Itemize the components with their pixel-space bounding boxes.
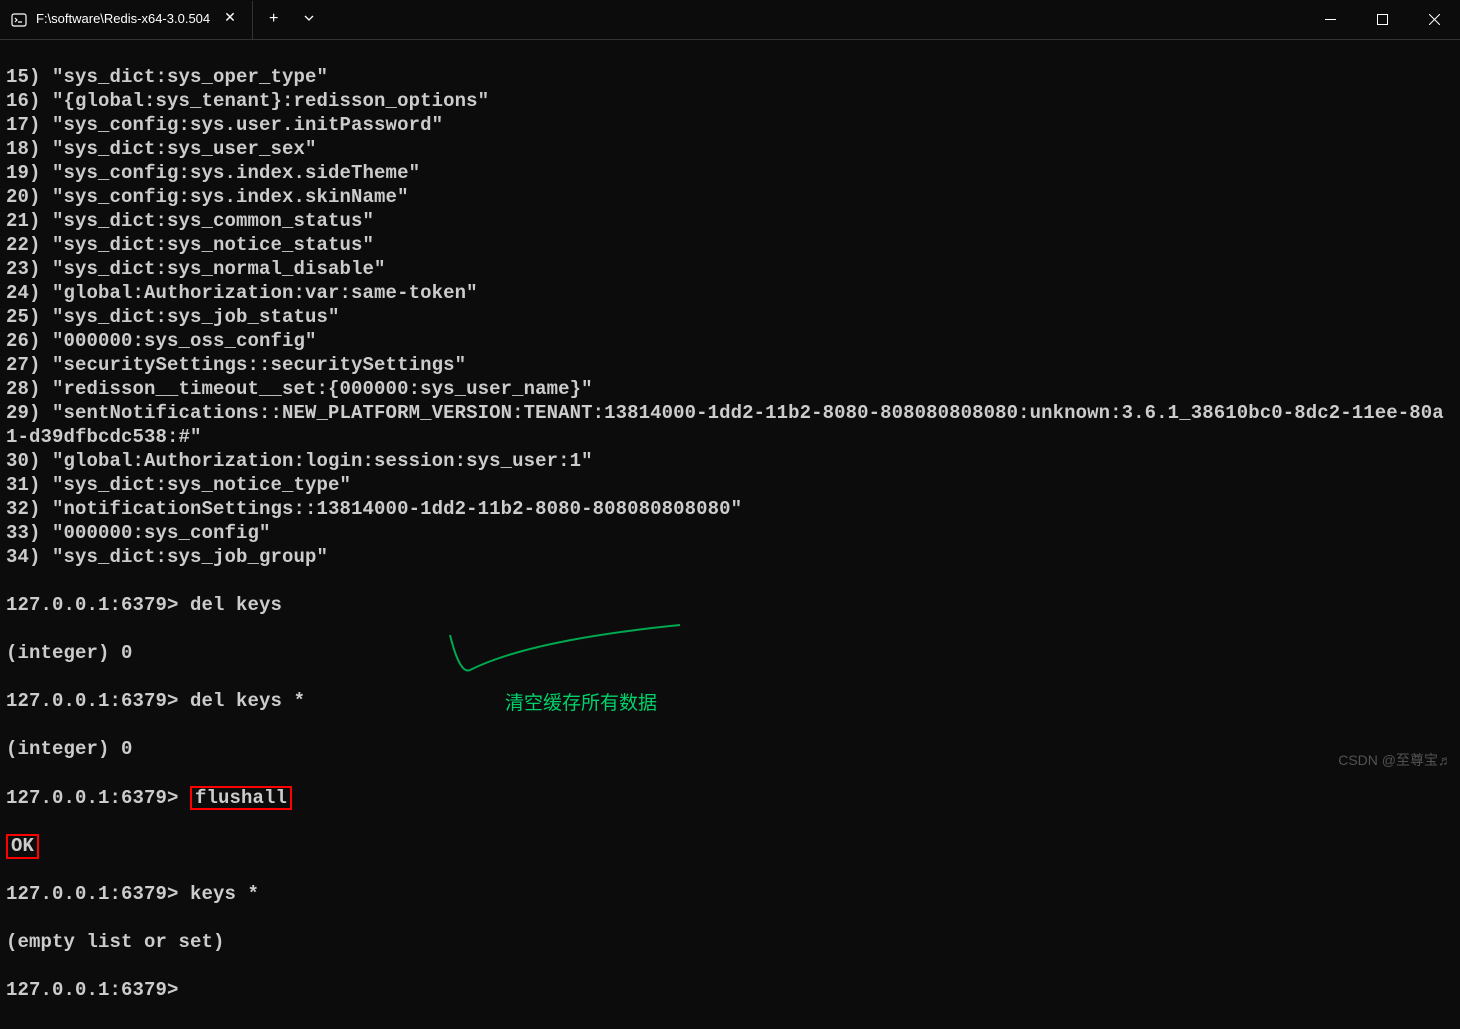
new-tab-button[interactable]: + <box>253 9 295 29</box>
terminal-output[interactable]: 15) "sys_dict:sys_oper_type"16) "{global… <box>0 40 1460 1029</box>
key-entry: 27) "securitySettings::securitySettings" <box>6 354 1454 378</box>
tab-title: F:\software\Redis-x64-3.0.504 <box>36 11 210 27</box>
key-entry: 17) "sys_config:sys.user.initPassword" <box>6 114 1454 138</box>
result-integer-0: (integer) 0 <box>6 738 1454 762</box>
key-entry: 20) "sys_config:sys.index.skinName" <box>6 186 1454 210</box>
key-entry: 30) "global:Authorization:login:session:… <box>6 450 1454 474</box>
maximize-button[interactable] <box>1356 0 1408 39</box>
key-entry: 25) "sys_dict:sys_job_status" <box>6 306 1454 330</box>
tab-dropdown-button[interactable] <box>294 13 324 27</box>
key-entry: 18) "sys_dict:sys_user_sex" <box>6 138 1454 162</box>
watermark-text: CSDN @至尊宝♬ <box>1338 752 1452 770</box>
window-controls <box>1304 0 1460 39</box>
prompt: 127.0.0.1:6379> <box>6 979 179 1001</box>
key-entry: 34) "sys_dict:sys_job_group" <box>6 546 1454 570</box>
keys-list-output: 15) "sys_dict:sys_oper_type"16) "{global… <box>6 66 1454 570</box>
key-entry: 31) "sys_dict:sys_notice_type" <box>6 474 1454 498</box>
titlebar: F:\software\Redis-x64-3.0.504 ✕ + <box>0 0 1460 40</box>
tab-close-button[interactable]: ✕ <box>218 9 242 31</box>
key-entry: 22) "sys_dict:sys_notice_status" <box>6 234 1454 258</box>
prompt: 127.0.0.1:6379> <box>6 594 179 616</box>
key-entry: 24) "global:Authorization:var:same-token… <box>6 282 1454 306</box>
result-empty-list: (empty list or set) <box>6 931 1454 955</box>
prompt: 127.0.0.1:6379> <box>6 690 179 712</box>
command-del-keys: del keys <box>190 594 282 616</box>
key-entry: 21) "sys_dict:sys_common_status" <box>6 210 1454 234</box>
key-entry: 16) "{global:sys_tenant}:redisson_option… <box>6 90 1454 114</box>
key-entry: 23) "sys_dict:sys_normal_disable" <box>6 258 1454 282</box>
minimize-button[interactable] <box>1304 0 1356 39</box>
prompt: 127.0.0.1:6379> <box>6 787 179 809</box>
key-entry: 28) "redisson__timeout__set:{000000:sys_… <box>6 378 1454 402</box>
prompt: 127.0.0.1:6379> <box>6 883 179 905</box>
result-ok-highlighted: OK <box>6 834 39 859</box>
command-del-keys-star: del keys * <box>190 690 305 712</box>
key-entry: 32) "notificationSettings::13814000-1dd2… <box>6 498 1454 522</box>
key-entry: 29) "sentNotifications::NEW_PLATFORM_VER… <box>6 402 1454 450</box>
key-entry: 15) "sys_dict:sys_oper_type" <box>6 66 1454 90</box>
key-entry: 26) "000000:sys_oss_config" <box>6 330 1454 354</box>
close-window-button[interactable] <box>1408 0 1460 39</box>
key-entry: 19) "sys_config:sys.index.sideTheme" <box>6 162 1454 186</box>
terminal-icon <box>10 11 28 29</box>
active-tab[interactable]: F:\software\Redis-x64-3.0.504 ✕ <box>0 1 253 39</box>
annotation-text: 清空缓存所有数据 <box>505 692 657 716</box>
command-keys-star: keys * <box>190 883 259 905</box>
result-integer-0: (integer) 0 <box>6 642 1454 666</box>
checkmark-annotation-icon <box>440 620 690 700</box>
key-entry: 33) "000000:sys_config" <box>6 522 1454 546</box>
command-flushall-highlighted: flushall <box>190 786 292 811</box>
